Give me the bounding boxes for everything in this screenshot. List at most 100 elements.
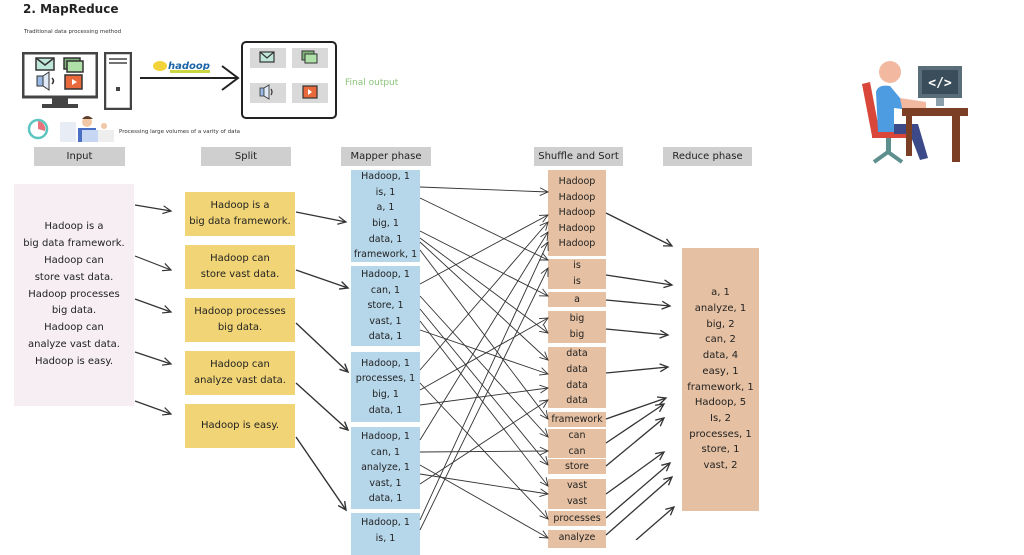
mapper-pair: framework, 1 bbox=[353, 249, 418, 261]
mapper-to-shuffle-arrow bbox=[419, 473, 550, 498]
clock-icon bbox=[27, 118, 49, 140]
mapper-pair: Hadoop, 1 bbox=[361, 357, 410, 369]
shuffle-group: can can bbox=[548, 429, 606, 458]
mapper-pair: Hadoop, 1 bbox=[361, 517, 410, 528]
reduce-count: data, 4 bbox=[702, 350, 739, 362]
process-arrow bbox=[140, 65, 240, 91]
mapper-pair: Hadoop, 1 bbox=[361, 171, 410, 183]
mapper-to-shuffle-arrow bbox=[419, 231, 549, 441]
shuffle-key: data bbox=[566, 363, 588, 375]
shuffle-group: processes bbox=[548, 511, 606, 526]
shuffle-to-reduce-arrow bbox=[605, 363, 670, 374]
reduce-count: Is, 2 bbox=[710, 412, 731, 424]
developer-at-desk-icon: </> bbox=[862, 61, 968, 164]
mapper-pair: big, 1 bbox=[372, 218, 399, 229]
split-box: Hadoop is easy. bbox=[185, 404, 295, 448]
mapper-to-shuffle-arrow bbox=[419, 295, 549, 438]
shuffle-key: big bbox=[569, 329, 585, 340]
split-box: Hadoop can store vast data. bbox=[185, 245, 295, 289]
mapper-to-shuffle-arrow bbox=[419, 399, 549, 485]
header-input: Input bbox=[34, 147, 125, 166]
reduce-count: framework, 1 bbox=[687, 381, 754, 393]
split-text: Hadoop is easy. bbox=[200, 420, 280, 431]
mapper-pair: data, 1 bbox=[368, 233, 403, 245]
image-icon bbox=[63, 57, 84, 73]
shuffle-group: data data data data bbox=[548, 347, 606, 408]
split-box: Hadoop can analyze vast data. bbox=[185, 351, 295, 395]
mapper-to-shuffle-arrow bbox=[419, 186, 550, 197]
mapper-box: Hadoop, 1 processes, 1 big, 1 data, 1 bbox=[351, 352, 420, 422]
split-text: Hadoop can store vast data. bbox=[200, 253, 280, 280]
mapper-to-shuffle-arrow bbox=[419, 267, 549, 531]
mapper-box: Hadoop, 1 is, 1 a, 1 big, 1 data, 1 fram… bbox=[351, 170, 420, 262]
mapper-to-shuffle-arrow bbox=[419, 214, 549, 285]
shuffle-group: big big bbox=[548, 311, 606, 343]
shuffle-key: data bbox=[566, 379, 588, 391]
shuffle-to-reduce-arrow bbox=[605, 299, 672, 310]
split-box: Hadoop processes big data. bbox=[185, 298, 295, 342]
shuffle-key: data bbox=[566, 348, 588, 360]
mapper-to-shuffle-arrow bbox=[419, 464, 549, 539]
mapper-pair: data, 1 bbox=[368, 404, 403, 416]
reduce-count: can, 2 bbox=[705, 334, 736, 346]
shuffle-to-reduce-arrow bbox=[605, 451, 666, 495]
stressed-person-icon bbox=[60, 116, 114, 142]
mapper-pair: data, 1 bbox=[368, 331, 403, 343]
mail-icon bbox=[259, 51, 275, 63]
split-to-mapper-arrow bbox=[295, 436, 347, 512]
shuffle-group: framework bbox=[548, 412, 606, 427]
input-to-split-arrow bbox=[134, 351, 173, 366]
shuffle-key: can bbox=[568, 429, 586, 441]
shuffle-to-reduce-arrow bbox=[605, 476, 674, 536]
mapper-pair: analyze, 1 bbox=[361, 462, 410, 474]
shuffle-key: Hadoop bbox=[558, 222, 596, 234]
split-text: Hadoop can analyze vast data. bbox=[194, 359, 286, 386]
shuffle-group: store bbox=[548, 459, 606, 474]
traditional-method-label: Traditional data processing method bbox=[24, 29, 122, 35]
shuffle-key: can bbox=[568, 445, 586, 457]
shuffle-to-reduce-arrow bbox=[605, 396, 668, 420]
reduce-count: a, 1 bbox=[711, 287, 730, 299]
mapper-box: Hadoop, 1 can, 1 store, 1 vast, 1 data, … bbox=[351, 266, 420, 346]
shuffle-key: a bbox=[574, 293, 580, 305]
shuffle-key: analyze bbox=[558, 532, 596, 543]
shuffle-key: vast bbox=[566, 496, 588, 507]
shuffle-group: is is bbox=[548, 259, 606, 289]
header-split: Split bbox=[201, 147, 291, 166]
shuffle-group: Hadoop Hadoop Hadoop Hadoop Hadoop bbox=[548, 170, 606, 256]
shuffle-key: vast bbox=[566, 480, 588, 492]
video-icon bbox=[302, 85, 318, 99]
mapper-pair: Hadoop, 1 bbox=[361, 431, 410, 443]
page-title: 2. MapReduce bbox=[23, 2, 119, 16]
mapper-to-shuffle-arrow bbox=[419, 382, 549, 520]
desktop-monitor-icon bbox=[22, 52, 98, 108]
input-to-split-arrow bbox=[134, 298, 173, 314]
shuffle-group: analyze bbox=[548, 530, 606, 548]
mapper-box: Hadoop, 1 can, 1 analyze, 1 vast, 1 data… bbox=[351, 427, 420, 509]
shuffle-key: Hadoop bbox=[558, 207, 596, 219]
mapper-pair: can, 1 bbox=[370, 446, 401, 458]
shuffle-key: big bbox=[569, 313, 585, 325]
shuffle-group: a bbox=[548, 292, 606, 307]
reduce-output-box: a, 1 analyze, 1 big, 2 can, 2 data, 4 ea… bbox=[682, 248, 759, 511]
mapper-to-shuffle-arrow bbox=[419, 237, 549, 334]
input-to-split-arrow bbox=[134, 400, 173, 416]
header-reduce: Reduce phase bbox=[663, 147, 752, 166]
shuffle-to-reduce-arrow bbox=[605, 274, 674, 289]
mapper-pair: store, 1 bbox=[367, 300, 404, 312]
split-box: Hadoop is a big data framework. bbox=[185, 192, 295, 236]
reduce-count: processes, 1 bbox=[689, 428, 752, 440]
mapper-pair: vast, 1 bbox=[369, 477, 402, 489]
reduce-count: Hadoop, 5 bbox=[694, 397, 747, 409]
input-to-split-arrow bbox=[134, 204, 173, 215]
mapper-to-shuffle-arrow bbox=[419, 221, 549, 371]
input-text: Hadoop is a big data framework. Hadoop c… bbox=[23, 221, 125, 367]
shuffle-to-reduce-arrow bbox=[635, 506, 676, 540]
shuffle-key: is bbox=[573, 276, 581, 287]
mapper-to-shuffle-arrow bbox=[419, 197, 549, 261]
mapper-to-shuffle-arrow bbox=[419, 308, 549, 466]
shuffle-key: processes bbox=[553, 512, 601, 524]
processing-caption: Processing large volumes of a varity of … bbox=[119, 129, 240, 135]
mapper-pair: is, 1 bbox=[375, 532, 396, 544]
shuffle-to-reduce-arrow bbox=[605, 462, 672, 519]
